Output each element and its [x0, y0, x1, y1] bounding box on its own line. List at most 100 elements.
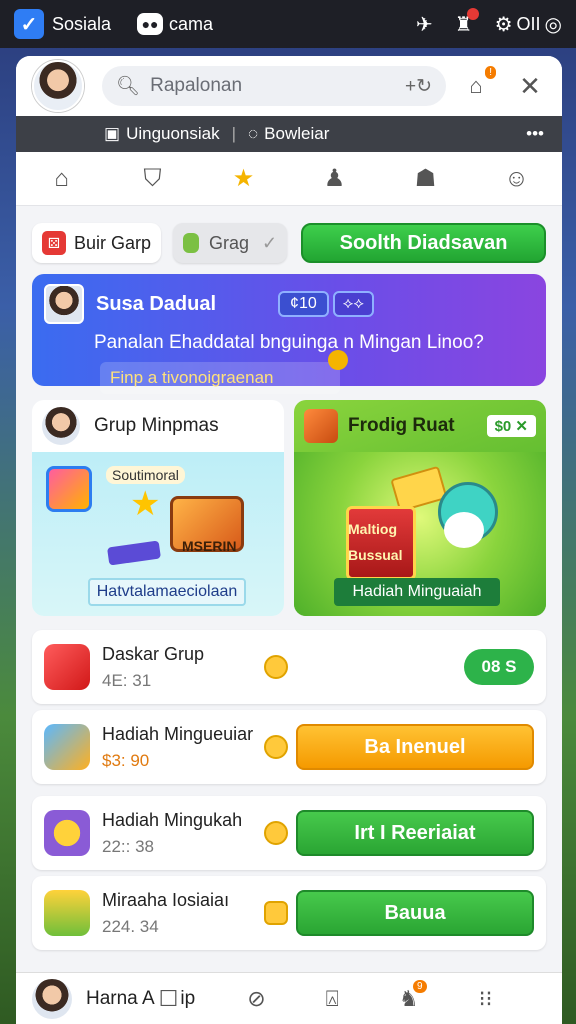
home-icon[interactable]: ⌂: [42, 165, 82, 193]
search-cta-button[interactable]: Soolth Diadsavan: [301, 223, 546, 263]
message-banner[interactable]: Susa Dadual ¢10 ⟡⟡ Panalan Ehaddatal bng…: [32, 274, 546, 394]
grid-icon[interactable]: ⁝⁝: [479, 986, 493, 1012]
list-item-title: Hadiah Mingukah: [102, 809, 243, 830]
sub-item-1[interactable]: Uinguonsiak: [126, 124, 220, 144]
wand-icon: [107, 540, 161, 566]
group-card-label[interactable]: Hatvtalamaeciolaan: [88, 578, 246, 606]
list-item-title: Hadiah Mingueuiar: [102, 723, 254, 744]
reward-list: Daskar Grup 4E: 31 08 S Hadiah Mingueuia…: [32, 630, 546, 950]
chat-icon[interactable]: ●●: [137, 13, 164, 35]
list-item-info: Daskar Grup 4E: 31: [102, 644, 262, 691]
trophy-icon[interactable]: ♜: [455, 7, 479, 37]
reward-card[interactable]: Frodig Ruat $0 ✕ Maltiog Bussual Hadiah …: [294, 400, 546, 616]
sub-item-2[interactable]: Bowleiar: [264, 124, 329, 144]
reward-card-header: Frodig Ruat $0 ✕: [294, 400, 546, 452]
group-card-art: Soutimoral ★ MSERIN Hatvtalamaeciolaan: [32, 452, 284, 616]
settings-icon[interactable]: ⚙: [495, 12, 513, 37]
bottom-name: Harna A: [86, 987, 155, 1009]
search-bar[interactable]: 🔍︎ Rapalonan +↻: [102, 66, 446, 106]
filter-chip-1-label: Buir Garp: [74, 232, 152, 253]
separator: |: [231, 124, 237, 143]
list-item-action[interactable]: Ba Inenuel: [296, 724, 534, 770]
avatar: [42, 407, 80, 445]
basket-icon: [304, 409, 338, 443]
coin-icon: [264, 901, 288, 925]
sub-item-1-icon: ▣: [104, 124, 121, 143]
reward-box-text: Maltiog Bussual: [348, 516, 402, 568]
filter-chip-2-label: Grag: [209, 232, 250, 253]
notification-badge: 9: [413, 979, 427, 993]
notification-badge: !: [485, 66, 496, 79]
list-item-title: Miraaha Iosiaiaı: [102, 889, 230, 910]
banner-pill-2[interactable]: ⟡⟡: [332, 291, 374, 317]
avatar: [44, 284, 84, 324]
check-icon[interactable]: ✓: [14, 9, 44, 39]
list-item-sub: 22:: 38: [102, 836, 154, 856]
banner-reply[interactable]: Finp a tivonoigraenan: [100, 362, 340, 394]
filter-chip-1[interactable]: ⚄ Buir Garp: [32, 223, 162, 263]
emoji-icon[interactable]: [328, 350, 348, 370]
reward-card-title: Frodig Ruat: [348, 415, 455, 436]
profile-icon[interactable]: ⍓: [326, 986, 339, 1012]
chat-label[interactable]: cama: [169, 14, 213, 35]
banner-pill-1[interactable]: ¢10: [278, 291, 329, 317]
list-item[interactable]: Hadiah Mingueuiar $3: 90 Ba Inenuel: [32, 710, 546, 784]
mascot-face: [444, 512, 484, 548]
close-icon[interactable]: ✕: [516, 71, 544, 101]
search-icon[interactable]: ◎: [545, 12, 562, 37]
gift-box-icon: [44, 644, 90, 690]
gift-icon: [46, 466, 92, 512]
coin-icon: [264, 655, 288, 679]
main-panel: 🔍︎ Rapalonan +↻ ⌂! ✕ ▣ Uinguonsiak | ◌ B…: [16, 56, 562, 1024]
list-item-sub: $3: 90: [102, 750, 150, 770]
coin-icon: [264, 821, 288, 845]
treasure-pot-icon: [44, 890, 90, 936]
sub-item-2-icon: ◌: [248, 124, 259, 143]
group-card[interactable]: Grup Minpmas Soutimoral ★ MSERIN Hatvtal…: [32, 400, 284, 616]
group-card-tag: Soutimoral: [106, 466, 185, 484]
list-item-action[interactable]: Bauua: [296, 890, 534, 936]
avatar[interactable]: [32, 978, 72, 1019]
shield-icon[interactable]: ⛉: [133, 165, 173, 193]
more-icon[interactable]: •••: [526, 124, 544, 144]
notification-dot: [466, 7, 479, 20]
notification-icon[interactable]: ♞ 9: [399, 979, 427, 1012]
search-placeholder: Rapalonan: [150, 75, 243, 96]
list-item-action[interactable]: Irt I Reeriaiat: [296, 810, 534, 856]
banner-name: Susa Dadual: [96, 292, 217, 315]
check-icon: ✓: [261, 232, 278, 253]
home-notification-icon[interactable]: ⌂!: [462, 66, 496, 100]
leaf-icon: [183, 233, 200, 253]
list-item[interactable]: Daskar Grup 4E: 31 08 S: [32, 630, 546, 704]
avatar[interactable]: [32, 60, 84, 112]
list-item[interactable]: Hadiah Mingukah 22:: 38 Irt I Reeriaiat: [32, 796, 546, 870]
filter-chip-2[interactable]: Grag ✓: [173, 223, 288, 263]
smile-icon[interactable]: ☺: [497, 165, 537, 193]
top-app-bar: ✓ Sosiala ●● cama ✈ ♜ ⚙ OII ◎: [0, 0, 576, 48]
mask-icon[interactable]: ☗: [406, 164, 446, 193]
reward-card-label[interactable]: Hadiah Minguaiah: [334, 578, 500, 606]
mascot-icon: [44, 810, 90, 856]
list-item[interactable]: Miraaha Iosiaiaı 224. 34 Bauua: [32, 876, 546, 950]
list-item-sub: 224. 34: [102, 916, 159, 936]
box-text: MSERIN: [182, 538, 237, 554]
banner-message: Panalan Ehaddatal bnguinga n Mingan Lino…: [94, 332, 484, 353]
group-card-header: Grup Minpmas: [32, 400, 284, 452]
filter-row: ⚄ Buir Garp Grag ✓ Soolth Diadsavan: [16, 206, 562, 268]
list-item-sub: 4E: 31: [102, 670, 152, 690]
bottom-bar: Harna A ☐ ip ⊘ ⍓ ♞ 9 ⁝⁝: [16, 972, 562, 1024]
star-icon[interactable]: ★: [224, 164, 264, 193]
list-item-info: Hadiah Mingueuiar $3: 90: [102, 724, 262, 771]
chat-icon[interactable]: ☐: [159, 986, 179, 1012]
feature-cards: Grup Minpmas Soutimoral ★ MSERIN Hatvtal…: [32, 400, 546, 616]
pin-icon[interactable]: ✈: [416, 12, 433, 37]
compass-icon[interactable]: ⊘: [247, 986, 265, 1012]
bell-icon[interactable]: ♟: [315, 164, 355, 193]
search-icon: 🔍︎: [116, 76, 141, 97]
app-name: Sosiala: [52, 13, 112, 34]
list-item-action[interactable]: 08 S: [464, 649, 534, 685]
reward-price[interactable]: $0 ✕: [486, 415, 536, 437]
reward-box-text-2: Bussual: [348, 547, 403, 563]
refresh-icon[interactable]: +↻: [405, 75, 432, 98]
status-text: OII: [516, 13, 541, 34]
